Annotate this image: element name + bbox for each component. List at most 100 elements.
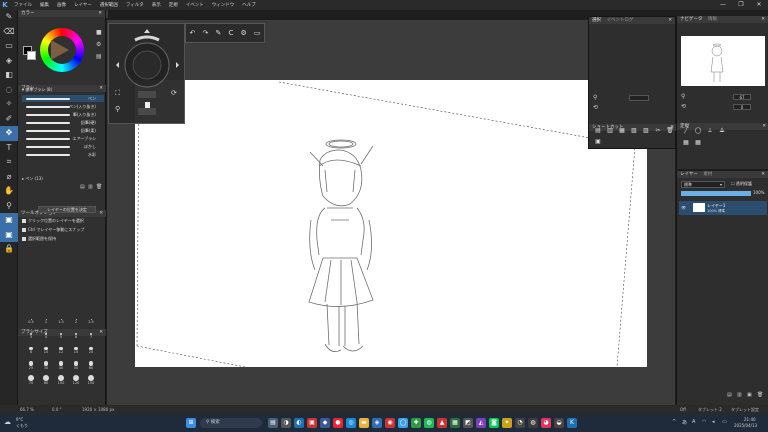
canvas-paper[interactable] bbox=[135, 80, 647, 368]
tablet-settings-status[interactable]: タブレット設定 bbox=[731, 405, 759, 414]
brush-size-option[interactable]: 60 bbox=[84, 360, 98, 372]
brush-size-option[interactable]: 15 bbox=[69, 346, 83, 358]
menu-filter[interactable]: フィルタ bbox=[122, 2, 148, 8]
brush-size-option[interactable]: 2.5 bbox=[84, 318, 98, 330]
taskbar-app-icon[interactable]: ◭ bbox=[476, 418, 486, 428]
protect-alpha-checkbox[interactable]: ☐ 透明保護 bbox=[731, 181, 752, 187]
brush-add-icon[interactable]: ▤ bbox=[80, 185, 85, 190]
panel-close-icon[interactable]: ✕ bbox=[99, 329, 103, 336]
panel-close-icon[interactable]: ✕ bbox=[668, 17, 672, 24]
crop-tool-icon[interactable]: ⌗ bbox=[0, 155, 18, 170]
taskbar-app-icon[interactable]: ▤ bbox=[268, 418, 278, 428]
navigator-rotate-icon[interactable]: ⟲ bbox=[681, 104, 686, 110]
menu-help[interactable]: ヘルプ bbox=[238, 2, 260, 8]
view-control-widget[interactable]: ⛶ ⟳ ⚲ bbox=[108, 23, 185, 124]
taskbar-app-icon[interactable]: ◔ bbox=[515, 418, 525, 428]
ruler-symmetric-icon[interactable]: ⟂ bbox=[705, 126, 715, 136]
layer-tool-icon[interactable]: ▣ bbox=[0, 213, 18, 228]
taskbar-app-icon[interactable]: ◑ bbox=[281, 418, 291, 428]
pen-tool-icon[interactable]: ✎ bbox=[0, 10, 18, 25]
taskbar-app-icon[interactable]: ▦ bbox=[450, 418, 460, 428]
taskbar-app-icon[interactable]: ◎ bbox=[346, 418, 356, 428]
copy-icon[interactable]: ▧ bbox=[629, 126, 639, 136]
brush-size-option[interactable]: 1 bbox=[39, 318, 53, 330]
menu-view[interactable]: 表示 bbox=[148, 2, 165, 8]
brush-size-option[interactable]: 40 bbox=[54, 360, 68, 372]
menu-select[interactable]: 選択範囲 bbox=[96, 2, 122, 8]
brush-size-option[interactable]: 120 bbox=[69, 374, 83, 386]
taskbar-app-icon[interactable]: ◆ bbox=[320, 418, 330, 428]
menu-image[interactable]: 画像 bbox=[53, 2, 70, 8]
taskbar-app-icon[interactable]: ● bbox=[333, 418, 343, 428]
brush-size-option[interactable]: 5 bbox=[54, 332, 68, 344]
minimize-icon[interactable]: — bbox=[714, 0, 732, 10]
ruler-ellipse-icon[interactable]: ◯ bbox=[693, 126, 703, 136]
panel-close-icon[interactable]: ✕ bbox=[761, 16, 765, 23]
taskbar-app-icon[interactable]: ▣ bbox=[307, 418, 317, 428]
start-icon[interactable]: ⊞ bbox=[186, 418, 196, 428]
select-pen-tool-icon[interactable]: ✐ bbox=[0, 112, 18, 127]
brush-size-option[interactable]: 6 bbox=[69, 332, 83, 344]
brush-size-option[interactable]: 70 bbox=[24, 374, 38, 386]
magic-wand-tool-icon[interactable]: ✧ bbox=[0, 97, 18, 112]
layer-position-button[interactable]: レイヤーの位置を決定 bbox=[38, 206, 96, 213]
background-color-swatch[interactable] bbox=[27, 51, 36, 60]
fit-view-icon[interactable]: ⛶ bbox=[115, 90, 120, 97]
tab-selection[interactable]: 選択 bbox=[592, 18, 601, 23]
brush-item[interactable]: 鉛筆(柔) bbox=[22, 127, 104, 134]
window-icon[interactable]: ▭ bbox=[254, 29, 261, 37]
clock-date[interactable]: 2025/04/13 bbox=[734, 423, 757, 428]
clock-time[interactable]: 21:40 bbox=[744, 417, 756, 422]
wifi-icon[interactable]: ◠ bbox=[702, 419, 706, 425]
brush-copy-icon[interactable]: ▥ bbox=[88, 185, 93, 190]
panel-close-icon[interactable]: ✕ bbox=[762, 123, 766, 130]
brush-size-option[interactable]: 1.5 bbox=[54, 318, 68, 330]
taskbar-app-icon[interactable]: ◩ bbox=[463, 418, 473, 428]
ime-mode[interactable]: あ bbox=[682, 419, 687, 426]
undo-icon[interactable]: ↶ bbox=[190, 29, 196, 37]
ruler-grid-icon[interactable]: ▦ bbox=[681, 138, 691, 148]
taskbar-app-icon[interactable]: ▬ bbox=[359, 418, 369, 428]
navigator-zoom-input[interactable]: 67 bbox=[733, 94, 751, 100]
brush-size-option[interactable]: 2 bbox=[69, 318, 83, 330]
clear-layer-icon[interactable]: C bbox=[228, 29, 233, 37]
brush-item[interactable]: 水彩 bbox=[22, 151, 104, 158]
hand-tool-icon[interactable]: ✋ bbox=[0, 184, 18, 199]
delete-layer-icon[interactable]: 🗑 bbox=[757, 393, 763, 398]
brush-size-option[interactable]: 25 bbox=[24, 360, 38, 372]
layer-panel-title[interactable]: レイヤー bbox=[680, 172, 698, 177]
selection-rotate-icon[interactable]: ⟲ bbox=[593, 105, 598, 111]
navigator-title[interactable]: ナビゲータ bbox=[680, 17, 703, 22]
maximize-icon[interactable]: ❐ bbox=[732, 0, 750, 10]
new-layer-icon[interactable]: ▤ bbox=[727, 393, 732, 398]
navigator-preview[interactable] bbox=[681, 36, 765, 86]
menu-layer[interactable]: レイヤー bbox=[70, 2, 96, 8]
zoom-view-icon[interactable]: ⚲ bbox=[115, 106, 120, 113]
battery-icon[interactable]: ▭ bbox=[722, 419, 727, 425]
rect-select-tool-icon[interactable]: ▭ bbox=[0, 39, 18, 54]
fill-tool-icon[interactable]: ◈ bbox=[0, 54, 18, 69]
color-history-icon[interactable]: ▤ bbox=[96, 54, 102, 60]
menu-file[interactable]: ファイル bbox=[10, 2, 36, 8]
taskbar-app-icon[interactable]: ◉ bbox=[385, 418, 395, 428]
brush-size-option[interactable]: 3 bbox=[24, 332, 38, 344]
option-ctrl-snap[interactable]: Ctrl でレイヤー移動にスナップ bbox=[22, 227, 84, 233]
menu-window[interactable]: ウィンドウ bbox=[208, 2, 239, 8]
brush-size-option[interactable]: 30 bbox=[39, 360, 53, 372]
tray-chevron-icon[interactable]: ^ bbox=[672, 419, 676, 425]
save-icon[interactable]: ▦ bbox=[617, 126, 627, 136]
cut-icon[interactable]: ✂ bbox=[653, 126, 663, 136]
search-box[interactable]: ⚲ 検索 bbox=[200, 418, 262, 428]
open-file-icon[interactable]: ▥ bbox=[605, 126, 615, 136]
navigator-rotation-input[interactable]: 0 bbox=[733, 104, 751, 110]
brush-size-option[interactable]: 20 bbox=[84, 346, 98, 358]
ruler-straight-icon[interactable]: ╱ bbox=[681, 126, 691, 136]
brush-item[interactable]: 鉛筆(硬) bbox=[22, 119, 104, 126]
brush-size-option[interactable]: 150 bbox=[84, 374, 98, 386]
option-click-select-layer[interactable]: クリック位置のレイヤーを選択 bbox=[22, 218, 84, 224]
panel-close-icon[interactable]: ✕ bbox=[99, 210, 103, 217]
taskbar-app-icon[interactable]: K bbox=[567, 418, 577, 428]
layer-tool2-icon[interactable]: ▣ bbox=[0, 227, 18, 242]
tab-material[interactable]: 素材 bbox=[703, 172, 712, 177]
opacity-slider[interactable] bbox=[681, 191, 751, 196]
